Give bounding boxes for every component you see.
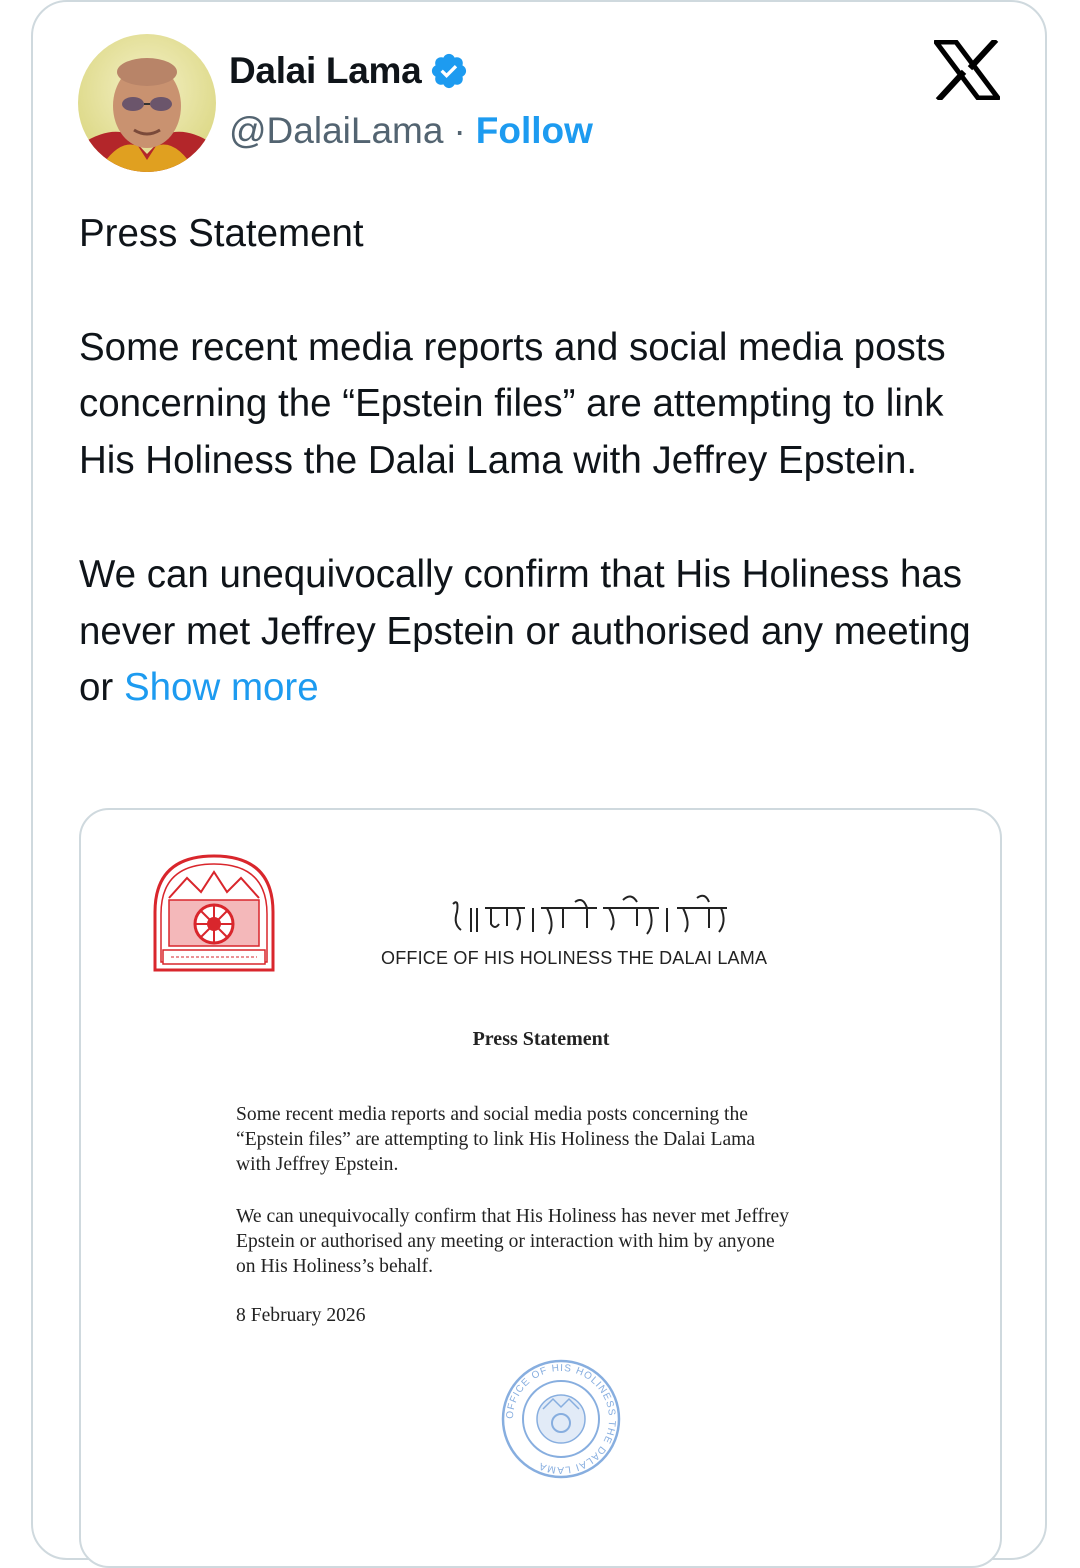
x-logo-icon[interactable] bbox=[934, 40, 1000, 100]
avatar-image bbox=[78, 34, 216, 172]
red-seal-emblem-icon bbox=[153, 854, 275, 972]
document-paragraph-1: Some recent media reports and social med… bbox=[236, 1102, 876, 1177]
press-statement-document: OFFICE OF HIS HOLINESS THE DALAI LAMA Pr… bbox=[81, 810, 1000, 1566]
follow-button[interactable]: Follow bbox=[476, 110, 593, 152]
tweet-title: Press Statement bbox=[79, 212, 364, 255]
document-line: with Jeffrey Epstein. bbox=[236, 1154, 399, 1175]
document-date: 8 February 2026 bbox=[236, 1305, 366, 1326]
blue-office-stamp-icon: OFFICE OF HIS HOLINESS THE DALAI LAMA bbox=[501, 1359, 621, 1479]
office-letterhead: OFFICE OF HIS HOLINESS THE DALAI LAMA bbox=[381, 948, 768, 968]
document-title: Press Statement bbox=[472, 1028, 610, 1050]
author-avatar[interactable] bbox=[78, 34, 216, 172]
attached-image[interactable]: OFFICE OF HIS HOLINESS THE DALAI LAMA Pr… bbox=[79, 808, 1002, 1568]
document-line: “Epstein files” are attempting to link H… bbox=[236, 1129, 756, 1150]
document-line: Epstein or authorised any meeting or int… bbox=[236, 1231, 775, 1252]
document-paragraph-2: We can unequivocally confirm that His Ho… bbox=[236, 1204, 876, 1279]
author-handle[interactable]: @DalaiLama bbox=[229, 110, 443, 152]
document-line: on His Holiness’s behalf. bbox=[236, 1256, 434, 1277]
tweet-paragraph-2: We can unequivocally confirm that His Ho… bbox=[79, 547, 999, 717]
tweet-body: Press Statement Some recent media report… bbox=[79, 206, 999, 717]
author-name[interactable]: Dalai Lama bbox=[229, 50, 422, 92]
document-line: We can unequivocally confirm that His Ho… bbox=[236, 1206, 790, 1227]
verified-badge-icon bbox=[432, 53, 467, 89]
document-line: Some recent media reports and social med… bbox=[236, 1104, 748, 1125]
tibetan-letterhead-script bbox=[452, 894, 727, 935]
show-more-link[interactable]: Show more bbox=[124, 666, 319, 709]
tweet-paragraph-1: Some recent media reports and social med… bbox=[79, 325, 946, 483]
separator-dot: · bbox=[453, 110, 466, 151]
